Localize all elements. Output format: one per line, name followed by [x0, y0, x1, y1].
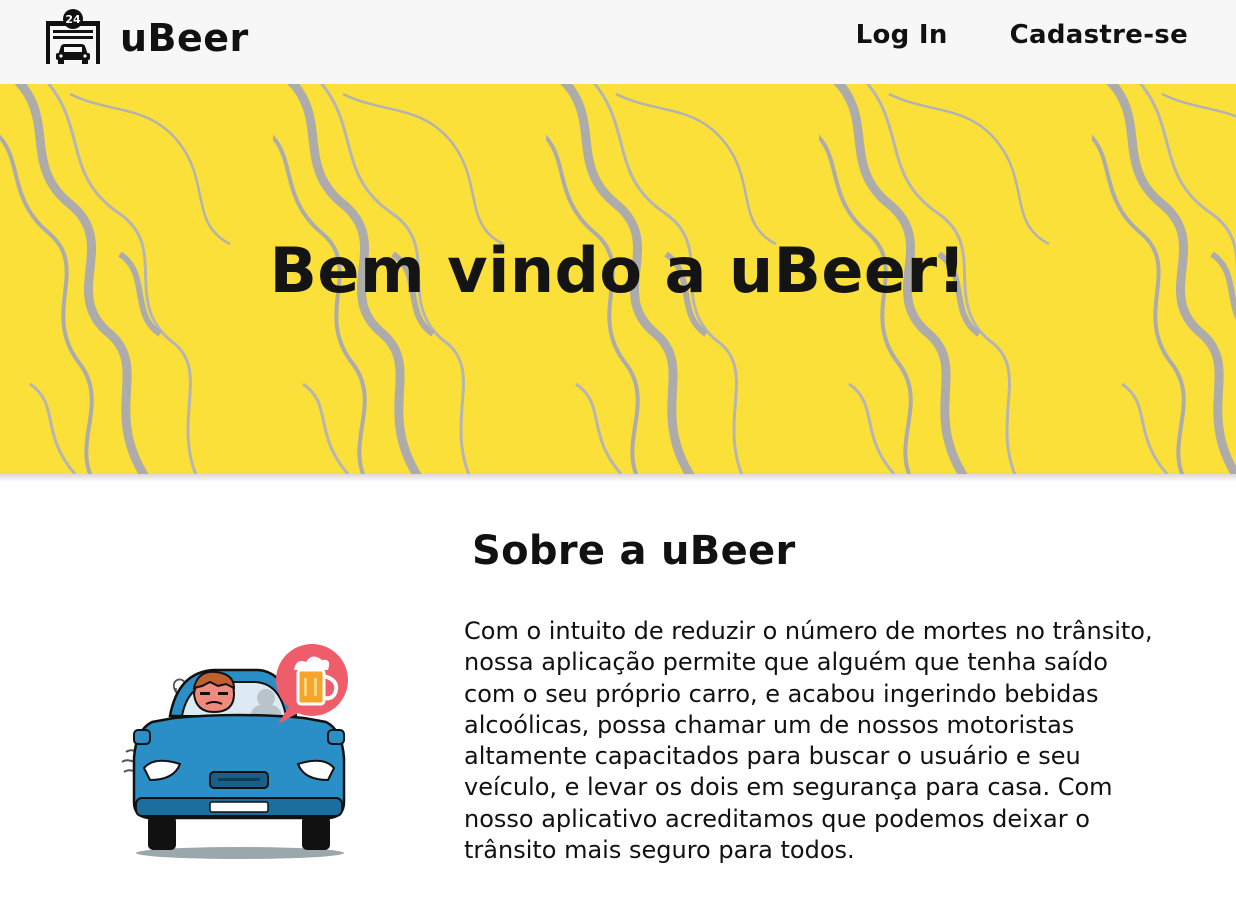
signup-link[interactable]: Cadastre-se — [1010, 20, 1188, 50]
login-link[interactable]: Log In — [856, 20, 948, 50]
hero-banner: Bem vindo a uBeer! — [0, 84, 1236, 474]
garage-car-24h-icon: 24 — [46, 9, 100, 64]
about-title: Sobre a uBeer — [472, 528, 796, 574]
brand-name: uBeer — [120, 16, 249, 60]
about-description: Com o intuito de reduzir o número de mor… — [464, 617, 1153, 865]
drunk-driver-car-beer-icon — [121, 644, 348, 859]
brand-home-link[interactable]: 24 uBeer — [44, 8, 249, 68]
navbar: 24 uBeer Log In Cadastre-se — [0, 0, 1236, 84]
hero-divider-shadow — [0, 474, 1236, 482]
hero-title: Bem vindo a uBeer! — [269, 234, 967, 307]
logo-badge-text: 24 — [65, 13, 81, 26]
nav-links: Log In Cadastre-se — [856, 20, 1188, 50]
